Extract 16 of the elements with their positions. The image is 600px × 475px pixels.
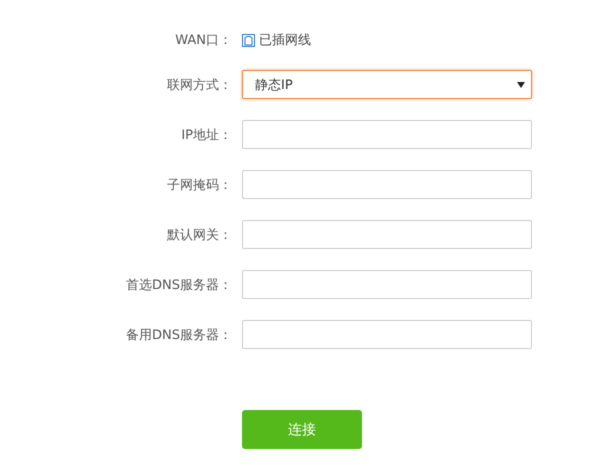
field-label: 默认网关： <box>167 226 232 244</box>
input-field[interactable] <box>242 270 532 299</box>
field-label: 联网方式： <box>167 76 232 94</box>
input-field[interactable] <box>242 320 532 349</box>
input-field[interactable] <box>242 120 532 149</box>
input-field[interactable] <box>242 220 532 249</box>
dropdown[interactable]: 静态IP <box>242 70 532 99</box>
field-label: 备用DNS服务器： <box>126 326 232 344</box>
field-label: WAN口： <box>175 32 232 49</box>
plug-icon <box>242 34 255 46</box>
field-label: 子网掩码： <box>167 176 232 194</box>
field-label: 首选DNS服务器： <box>126 276 232 294</box>
status-text: 已插网线 <box>259 32 311 49</box>
caret-icon <box>517 82 525 88</box>
input-field[interactable] <box>242 170 532 199</box>
field-label: IP地址： <box>181 126 232 144</box>
